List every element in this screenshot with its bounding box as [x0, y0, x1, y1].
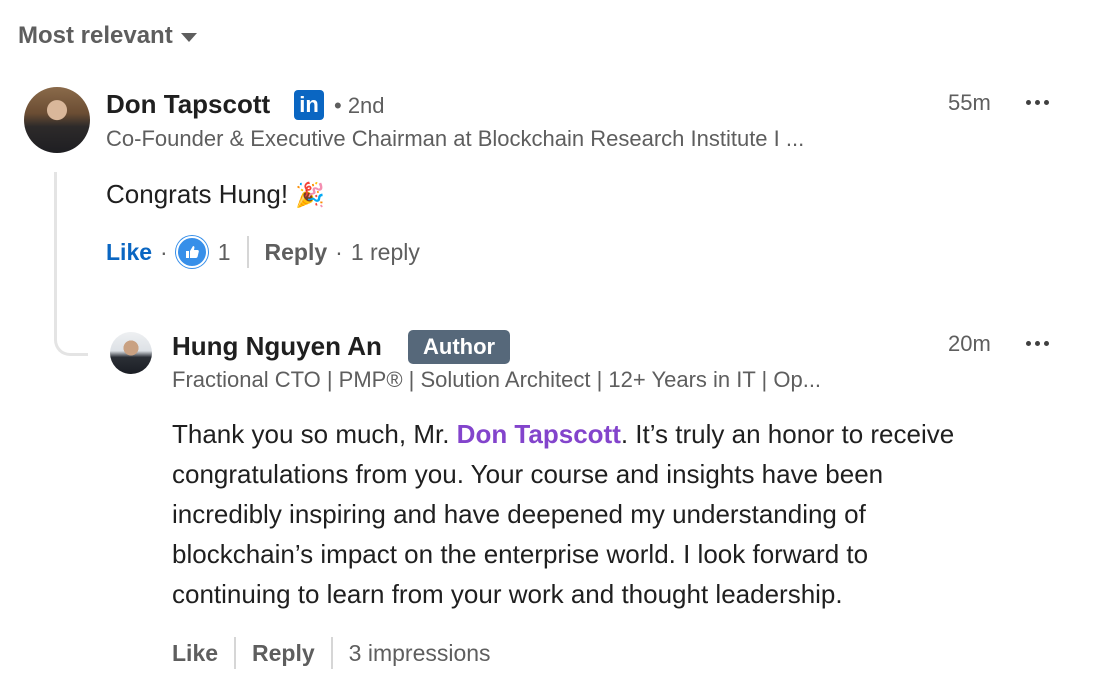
- comment-timestamp: 55m: [948, 90, 991, 115]
- reply-text-segment: Thank you so much, Mr.: [172, 419, 457, 449]
- divider: [246, 236, 249, 268]
- divider: [234, 637, 237, 669]
- comments-section: Most relevant Don Tapscott in • 2nd Co-F…: [0, 0, 1096, 696]
- like-button[interactable]: Like: [106, 239, 152, 266]
- mention-link[interactable]: Don Tapscott: [457, 419, 621, 449]
- reply-actions: Like Reply 3 impressions: [172, 637, 491, 669]
- separator-dot: ·: [160, 238, 168, 265]
- thumbs-up-icon[interactable]: [175, 236, 208, 268]
- reply-count[interactable]: 1 reply: [351, 239, 420, 266]
- like-button[interactable]: Like: [172, 640, 218, 667]
- party-popper-icon: 🎉: [295, 181, 326, 209]
- divider: [330, 637, 333, 669]
- reply-text-line: blockchain’s impact on the enterprise wo…: [172, 539, 869, 569]
- reply-button[interactable]: Reply: [252, 640, 315, 667]
- author-badge: Author: [408, 330, 511, 364]
- comment-text: Congrats Hung! 🎉: [106, 174, 325, 215]
- sort-dropdown[interactable]: Most relevant: [18, 22, 197, 50]
- avatar[interactable]: [110, 332, 152, 374]
- avatar[interactable]: [24, 87, 90, 153]
- reply-text: Thank you so much, Mr. Don Tapscott. It’…: [172, 414, 954, 614]
- reply-text-line: congratulations from you. Your course an…: [172, 459, 884, 489]
- comment-text-content: Congrats Hung!: [106, 179, 296, 209]
- reply-author-name[interactable]: Hung Nguyen An: [172, 331, 382, 362]
- reply-text-line: incredibly inspiring and have deepened m…: [172, 499, 866, 529]
- impressions-count[interactable]: 3 impressions: [349, 640, 491, 667]
- comment-actions: Like · 1 Reply · 1 reply: [106, 236, 420, 268]
- thread-connector: [54, 172, 88, 356]
- comment-author-headline: Co-Founder & Executive Chairman at Block…: [106, 126, 805, 151]
- reaction-count[interactable]: 1: [218, 239, 231, 266]
- caret-down-icon: [180, 32, 197, 42]
- reply-text-line: Thank you so much, Mr. Don Tapscott. It’…: [172, 414, 954, 454]
- comment-author-name[interactable]: Don Tapscott: [106, 89, 270, 120]
- linkedin-icon: in: [294, 90, 324, 120]
- reply-button[interactable]: Reply: [265, 239, 328, 266]
- more-options-icon[interactable]: [1026, 341, 1049, 346]
- reply-timestamp: 20m: [948, 331, 991, 356]
- sort-label: Most relevant: [18, 22, 173, 49]
- more-options-icon[interactable]: [1026, 100, 1049, 105]
- reply-text-line: continuing to learn from your work and t…: [172, 579, 843, 609]
- connection-degree: • 2nd: [334, 93, 385, 118]
- separator-dot: ·: [335, 238, 343, 265]
- reply-author-headline: Fractional CTO | PMP® | Solution Archite…: [172, 367, 822, 392]
- reply-text-segment: . It’s truly an honor to receive: [620, 419, 955, 449]
